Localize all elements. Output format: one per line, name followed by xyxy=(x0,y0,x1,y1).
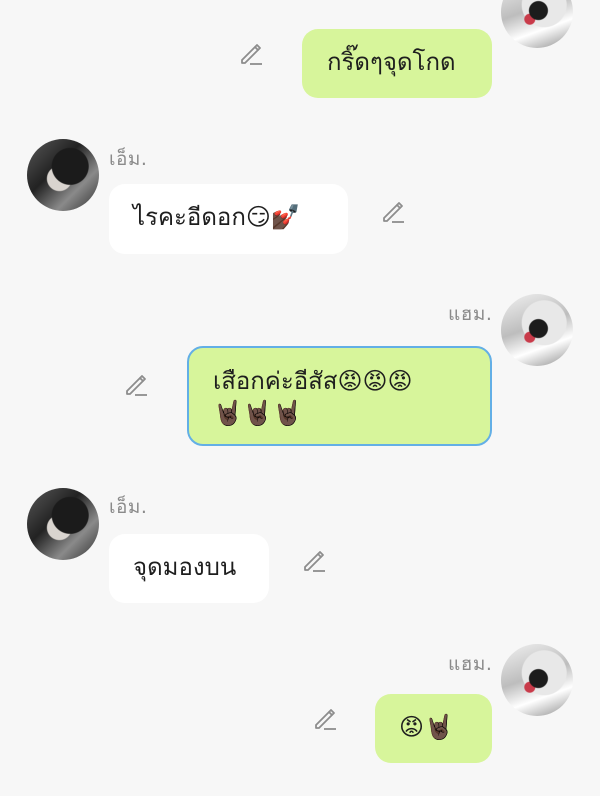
avatar-ham-1[interactable] xyxy=(501,0,573,48)
sender-name: เอ็ม. xyxy=(109,148,148,170)
pencil-edit-icon[interactable] xyxy=(380,198,406,224)
sender-name: เอ็ม. xyxy=(109,496,148,518)
sender-name: แฮม. xyxy=(448,653,493,675)
message-bubble-outgoing[interactable]: กริ๊ดๆจุดโกด xyxy=(302,29,492,98)
pencil-edit-icon[interactable] xyxy=(123,371,149,397)
pencil-edit-icon[interactable] xyxy=(312,705,338,731)
avatar-em-2[interactable] xyxy=(27,488,99,560)
chat-screen: กริ๊ดๆจุดโกด เอ็ม. ไรคะอีดอก😏💅🏿 แฮม. เสื… xyxy=(0,0,600,796)
message-bubble-incoming[interactable]: จุดมองบน xyxy=(109,534,269,603)
message-bubble-incoming[interactable]: ไรคะอีดอก😏💅🏿 xyxy=(109,184,348,254)
sender-name: แฮม. xyxy=(448,303,493,325)
pencil-edit-icon[interactable] xyxy=(238,40,264,66)
message-bubble-outgoing[interactable]: 😡🤘🏿 xyxy=(375,694,492,763)
avatar-em-1[interactable] xyxy=(27,139,99,211)
pencil-edit-icon[interactable] xyxy=(301,547,327,573)
avatar-ham-3[interactable] xyxy=(501,644,573,716)
avatar-ham-2[interactable] xyxy=(501,294,573,366)
message-bubble-outgoing-selected[interactable]: เสือกค่ะอีสัส😡😡😡 🤘🏿🤘🏿🤘🏿 xyxy=(187,346,492,446)
